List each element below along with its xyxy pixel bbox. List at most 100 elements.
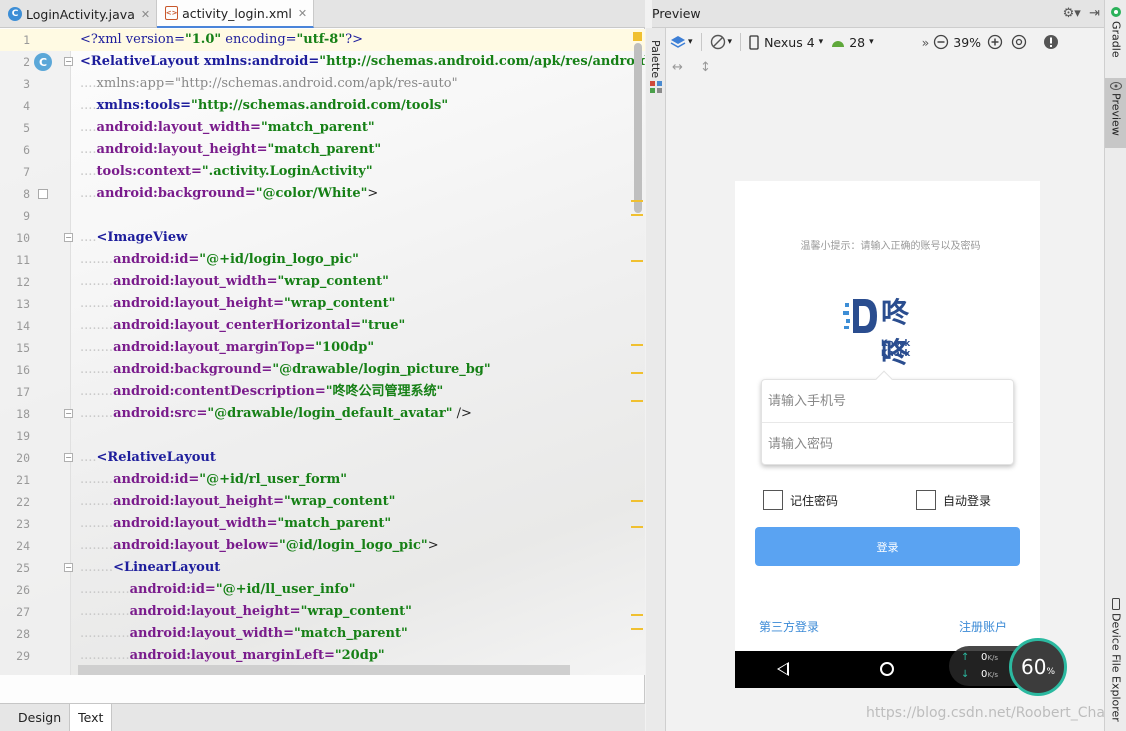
code-line[interactable]: 11 ........android:id="@+id/login_logo_pi…	[0, 249, 645, 271]
memory-gauge[interactable]: 60%	[1009, 638, 1067, 696]
warning-mark[interactable]	[631, 214, 643, 216]
code-line[interactable]: 8 ....android:background="@color/White">	[0, 183, 645, 205]
color-swatch-icon[interactable]	[38, 189, 48, 199]
code-line[interactable]: 16 ........android:background="@drawable/…	[0, 359, 645, 381]
zoom-out-icon[interactable]	[933, 34, 949, 50]
close-icon[interactable]: ✕	[298, 7, 307, 20]
code-line[interactable]: 6 ....android:layout_height="match_parent…	[0, 139, 645, 161]
auto-login-row[interactable]: 自动登录	[916, 490, 991, 510]
device-file-explorer-tab[interactable]: Device File Explorer	[1105, 598, 1126, 726]
api-level-selector[interactable]: 28 ▾	[831, 35, 874, 50]
warning-mark[interactable]	[631, 500, 643, 502]
line-number: 2	[23, 55, 30, 69]
password-input[interactable]	[762, 423, 1015, 466]
home-icon[interactable]	[880, 662, 894, 676]
auto-login-checkbox[interactable]	[916, 490, 936, 510]
warning-mark[interactable]	[631, 400, 643, 402]
zoom-in-icon[interactable]	[987, 34, 1003, 50]
code-line[interactable]: 7 ....tools:context=".activity.LoginActiv…	[0, 161, 645, 183]
code-token: android:layout_height=	[96, 142, 268, 157]
back-icon[interactable]	[777, 662, 789, 676]
code-line[interactable]: 15 ........android:layout_marginTop="100d…	[0, 337, 645, 359]
code-line[interactable]: 27 ............android:layout_height="wra…	[0, 601, 645, 623]
code-line[interactable]: 4 ....xmlns:tools="http://schemas.android…	[0, 95, 645, 117]
code-line[interactable]: 28 ............android:layout_width="matc…	[0, 623, 645, 645]
code-line[interactable]: 9	[0, 205, 645, 227]
code-line[interactable]: 17 ........android:contentDescription="咚咚…	[0, 381, 645, 403]
code-line[interactable]: 10 − ....<ImageView	[0, 227, 645, 249]
warning-mark[interactable]	[631, 526, 643, 528]
code-text-area[interactable]: 1 <?xml version="1.0" encoding="utf-8"?> 2…	[0, 29, 645, 675]
code-line[interactable]: 22 ........android:layout_height="wrap_co…	[0, 491, 645, 513]
fold-toggle-icon[interactable]: −	[64, 233, 73, 242]
remember-password-row[interactable]: 记住密码	[763, 490, 838, 510]
app-logo: 咚咚 Knock Knock	[843, 287, 933, 369]
code-line[interactable]: 14 ........android:layout_centerHorizonta…	[0, 315, 645, 337]
device-selector[interactable]: Nexus 4 ▾	[749, 35, 823, 50]
vertical-scrollbar[interactable]	[634, 43, 642, 213]
remember-password-checkbox[interactable]	[763, 490, 783, 510]
horizontal-resize-icon[interactable]: ↔	[672, 60, 683, 75]
code-text: ........android:id="@+id/rl_user_form"	[80, 469, 347, 491]
preview-title: Preview	[652, 6, 701, 21]
gear-icon[interactable]: ⚙▾	[1063, 6, 1081, 21]
code-token: "true"	[361, 318, 406, 333]
hide-panel-icon[interactable]: ⇥	[1089, 6, 1100, 21]
warning-mark[interactable]	[631, 614, 643, 616]
more-icon[interactable]: »	[922, 35, 930, 50]
register-link[interactable]: 注册账户	[959, 618, 1007, 635]
warning-mark[interactable]	[631, 372, 643, 374]
tab-login-activity-java[interactable]: C LoginActivity.java ✕	[0, 0, 158, 28]
warning-indicator[interactable]	[633, 32, 642, 41]
warning-mark[interactable]	[631, 260, 643, 262]
code-line[interactable]: 2 C − <RelativeLayout xmlns:android="http:/…	[0, 51, 645, 73]
tab-activity-login-xml[interactable]: <> activity_login.xml ✕	[157, 0, 315, 28]
fold-toggle-icon[interactable]: −	[64, 563, 73, 572]
code-line[interactable]: 19	[0, 425, 645, 447]
code-line[interactable]: 18 − ........android:src="@drawable/login_…	[0, 403, 645, 425]
code-token: android:id=	[113, 252, 200, 267]
remember-password-label: 记住密码	[790, 493, 839, 508]
warning-icon[interactable]	[1043, 34, 1059, 50]
horizontal-scrollbar[interactable]	[78, 665, 570, 675]
third-party-login-link[interactable]: 第三方登录	[759, 618, 819, 635]
code-line[interactable]: 20 − ....<RelativeLayout	[0, 447, 645, 469]
warning-mark[interactable]	[631, 628, 643, 630]
phone-input[interactable]	[762, 380, 1015, 423]
preview-tab[interactable]: Preview	[1105, 78, 1126, 148]
warning-mark[interactable]	[631, 200, 643, 202]
code-token: android:layout_width=	[96, 120, 261, 135]
code-line[interactable]: 21 ........android:id="@+id/rl_user_form"	[0, 469, 645, 491]
class-link-icon[interactable]: C	[34, 53, 52, 71]
code-text: ....tools:context=".activity.LoginActivi…	[80, 161, 373, 183]
zoom-to-fit-icon[interactable]	[1011, 34, 1027, 50]
code-token: ........	[80, 274, 114, 289]
palette-icon[interactable]	[649, 80, 663, 94]
code-line[interactable]: 5 ....android:layout_width="match_parent"	[0, 117, 645, 139]
code-line[interactable]: 25 − ........<LinearLayout	[0, 557, 645, 579]
tab-design[interactable]: Design	[10, 704, 71, 731]
code-token: android:layout_centerHorizontal=	[113, 318, 362, 333]
fold-toggle-icon[interactable]: −	[64, 409, 73, 418]
code-token: ....	[80, 450, 97, 465]
code-line[interactable]: 24 ........android:layout_below="@id/logi…	[0, 535, 645, 557]
palette-tab[interactable]: Palette	[649, 40, 662, 78]
warning-mark[interactable]	[631, 344, 643, 346]
code-line[interactable]: 3 ....xmlns:app="http://schemas.android.c…	[0, 73, 645, 95]
tab-text[interactable]: Text	[70, 704, 113, 731]
orientation-icon[interactable]: ▾	[710, 34, 732, 50]
gradle-tab[interactable]: Gradle	[1105, 6, 1126, 66]
fold-toggle-icon[interactable]: −	[64, 453, 73, 462]
design-surface-icon[interactable]: ▾	[670, 35, 693, 49]
code-line[interactable]: 26 ............android:id="@+id/ll_user_i…	[0, 579, 645, 601]
code-line[interactable]: 13 ........android:layout_height="wrap_co…	[0, 293, 645, 315]
code-token: ....	[80, 76, 97, 91]
code-line[interactable]: 29 ............android:layout_marginLeft=…	[0, 645, 645, 667]
login-button[interactable]: 登录	[755, 527, 1020, 566]
vertical-resize-icon[interactable]: ↕	[700, 60, 711, 75]
code-line[interactable]: 1 <?xml version="1.0" encoding="utf-8"?>	[0, 29, 645, 51]
code-line[interactable]: 12 ........android:layout_width="wrap_con…	[0, 271, 645, 293]
close-icon[interactable]: ✕	[141, 8, 150, 21]
fold-toggle-icon[interactable]: −	[64, 57, 73, 66]
code-line[interactable]: 23 ........android:layout_width="match_pa…	[0, 513, 645, 535]
